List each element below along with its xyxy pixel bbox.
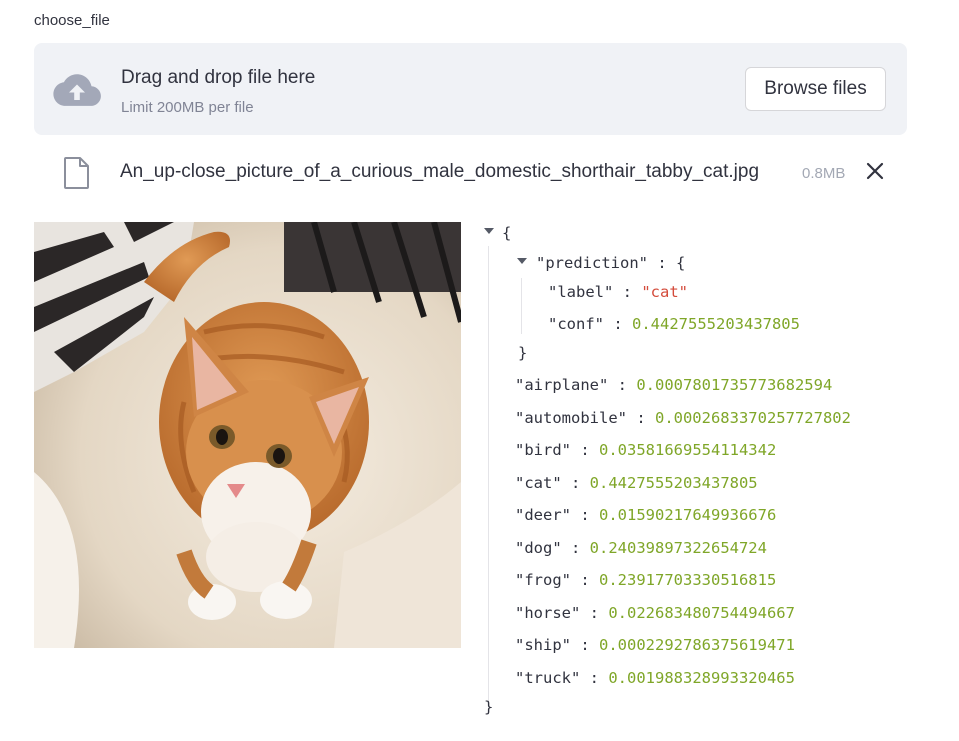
json-root-collapse-toggle[interactable] <box>484 228 494 234</box>
file-dropzone[interactable]: Drag and drop file here Limit 200MB per … <box>34 43 907 135</box>
json-score-row: "cat" : 0.4427555203437805 <box>515 472 758 494</box>
file-icon <box>64 157 89 189</box>
json-number-value: 0.03581669554114342 <box>599 441 777 459</box>
json-score-row: "automobile" : 0.0002683370257727802 <box>515 407 851 429</box>
json-colon: : <box>613 283 642 301</box>
json-score-row: "bird" : 0.03581669554114342 <box>515 439 776 461</box>
json-key: "ship" <box>515 636 571 654</box>
cloud-upload-icon <box>53 74 101 106</box>
cat-photo <box>34 222 461 648</box>
json-prediction-open-brace: { <box>675 254 686 272</box>
json-number-value: 0.4427555203437805 <box>632 315 800 333</box>
uploaded-file-name: An_up-close_picture_of_a_curious_male_do… <box>120 161 760 182</box>
dropzone-title: Drag and drop file here <box>121 67 316 88</box>
file-uploader-label: choose_file <box>34 12 110 29</box>
json-number-value: 0.022683480754494667 <box>608 604 795 622</box>
close-icon[interactable] <box>864 160 886 182</box>
json-number-value: 0.01590217649936676 <box>599 506 777 524</box>
json-colon: : <box>626 409 655 427</box>
json-root-open-brace: { <box>502 224 512 242</box>
json-key: "conf" <box>548 315 604 333</box>
json-score-row: "dog" : 0.24039897322654724 <box>515 537 767 559</box>
json-prediction-guide <box>521 278 522 334</box>
json-key: "horse" <box>515 604 581 622</box>
json-score-row: "deer" : 0.01590217649936676 <box>515 504 776 526</box>
json-score-row: "truck" : 0.001988328993320465 <box>515 667 795 689</box>
json-number-value: 0.0007801735773682594 <box>636 376 833 394</box>
json-key: "bird" <box>515 441 571 459</box>
json-key: "cat" <box>515 474 562 492</box>
json-colon: : <box>571 441 599 459</box>
json-colon: : <box>608 376 637 394</box>
json-colon: : <box>571 506 599 524</box>
json-number-value: 0.0002683370257727802 <box>654 409 851 427</box>
json-number-value: 0.23917703330516815 <box>599 571 777 589</box>
json-number-value: 0.4427555203437805 <box>589 474 758 492</box>
json-key: "airplane" <box>515 376 609 394</box>
uploaded-file-size: 0.8MB <box>802 165 846 182</box>
json-viewer: { "prediction" : { "label" : "cat" "conf… <box>480 220 940 730</box>
json-prediction-collapse-toggle[interactable] <box>517 258 527 264</box>
uploaded-cat-image <box>34 222 461 648</box>
json-key: "truck" <box>515 669 581 687</box>
json-key: "dog" <box>515 539 562 557</box>
json-number-value: 0.24039897322654724 <box>589 539 767 557</box>
browse-files-button[interactable]: Browse files <box>745 67 886 111</box>
json-score-row: "frog" : 0.23917703330516815 <box>515 569 776 591</box>
json-number-value: 0.0002292786375619471 <box>599 636 795 654</box>
json-colon: : <box>647 254 676 272</box>
json-score-row: "ship" : 0.0002292786375619471 <box>515 634 795 656</box>
json-colon: : <box>561 539 590 557</box>
json-prediction-close-brace: } <box>518 344 528 362</box>
json-key: "frog" <box>515 571 571 589</box>
json-colon: : <box>604 315 632 333</box>
json-colon: : <box>571 571 599 589</box>
json-prediction-label-row: "label" : "cat" <box>548 281 688 303</box>
json-score-row: "horse" : 0.022683480754494667 <box>515 602 795 624</box>
json-root-guide <box>488 246 489 701</box>
json-key: "deer" <box>515 506 571 524</box>
json-score-row: "airplane" : 0.0007801735773682594 <box>515 374 832 396</box>
json-root-close-brace: } <box>484 698 494 716</box>
json-prediction-conf-row: "conf" : 0.4427555203437805 <box>548 313 800 335</box>
uploaded-file-row: An_up-close_picture_of_a_curious_male_do… <box>34 150 907 194</box>
json-key: "automobile" <box>515 409 627 427</box>
dropzone-limit-text: Limit 200MB per file <box>121 99 254 116</box>
json-colon: : <box>580 669 609 687</box>
json-string-value: "cat" <box>641 283 688 301</box>
json-key: "label" <box>548 283 614 301</box>
json-colon: : <box>580 604 609 622</box>
json-colon: : <box>561 474 590 492</box>
json-colon: : <box>571 636 599 654</box>
app-root: choose_file Drag and drop file here Limi… <box>0 0 959 741</box>
json-number-value: 0.001988328993320465 <box>608 669 795 687</box>
json-key: "prediction" <box>536 254 648 272</box>
json-prediction-row: "prediction" : { <box>536 252 685 274</box>
